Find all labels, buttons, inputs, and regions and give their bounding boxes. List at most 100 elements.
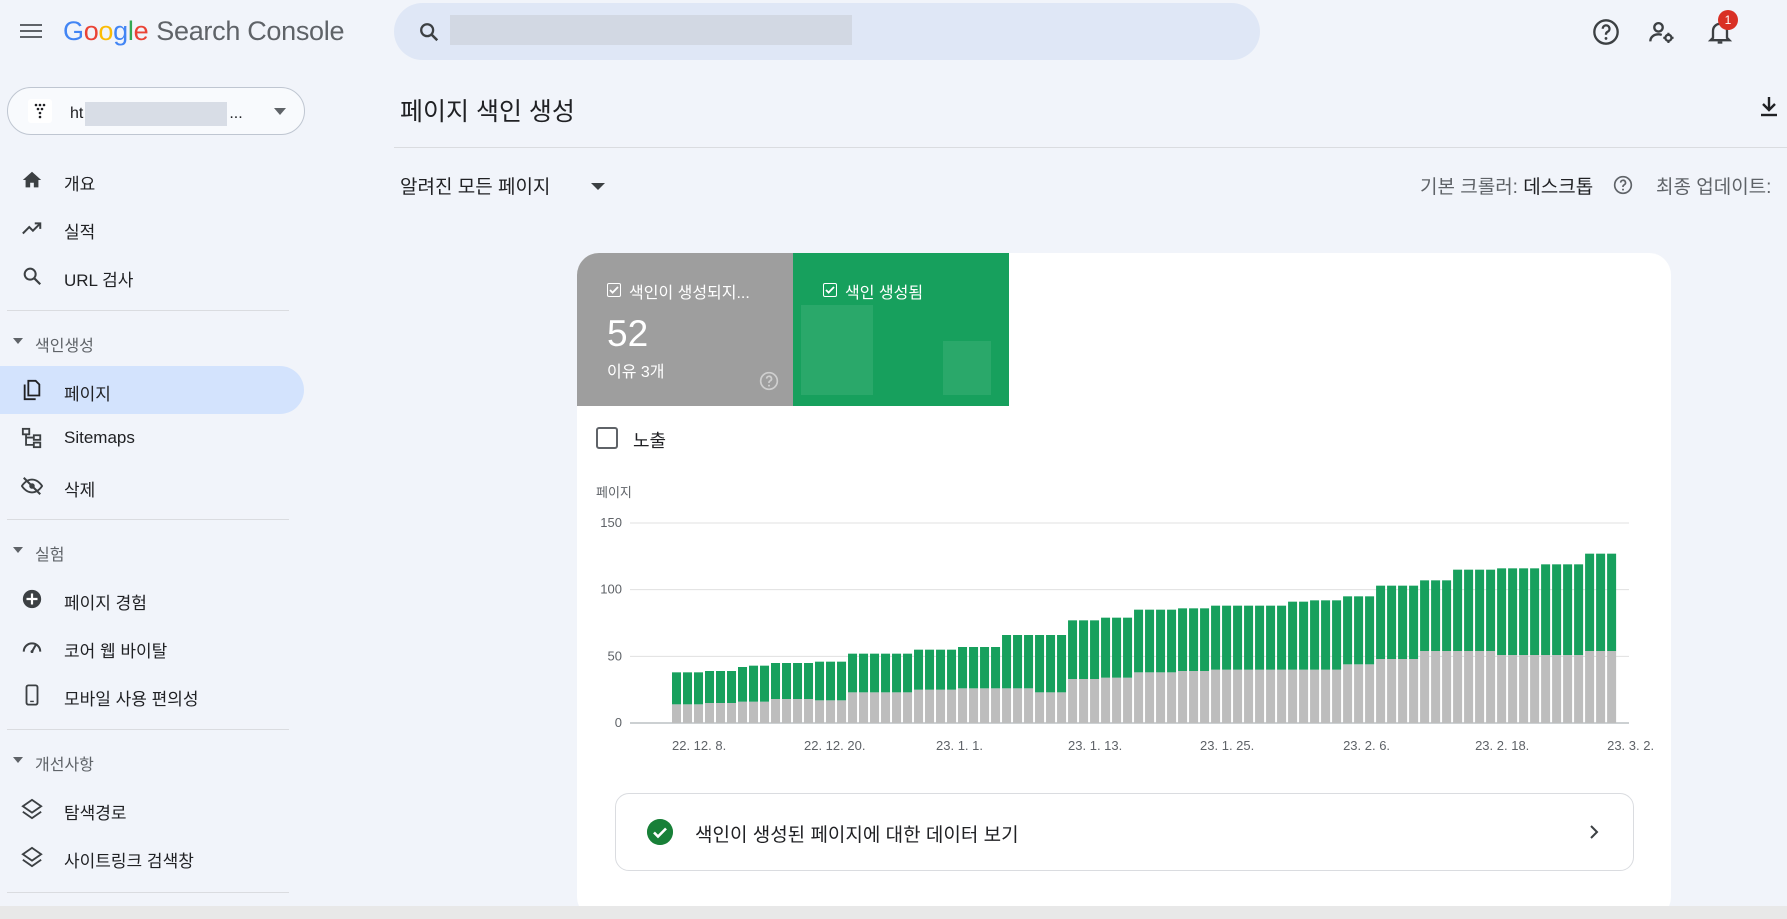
redacted-property (85, 102, 228, 126)
checkbox-checked-icon[interactable] (823, 283, 837, 297)
bar-indexed (1486, 569, 1496, 651)
menu-icon[interactable] (18, 20, 44, 46)
sidebar-item-url-inspection[interactable]: URL 검사 (0, 252, 304, 300)
bar-indexed (1596, 553, 1606, 651)
bar-indexed (1431, 580, 1441, 651)
property-selector[interactable]: ht... (7, 87, 305, 135)
sidebar-item-core-web-vitals[interactable]: 코어 웹 바이탈 (0, 623, 304, 671)
bar-indexed (1420, 580, 1430, 651)
bar-not-indexed (1079, 679, 1089, 723)
chevron-right-icon (1590, 825, 1599, 839)
view-indexed-pages-link[interactable]: 색인이 생성된 페이지에 대한 데이터 보기 (615, 793, 1634, 871)
bar-not-indexed (1046, 692, 1056, 723)
bar-indexed (936, 649, 946, 690)
bar-not-indexed (1200, 671, 1210, 723)
chart-y-label: 페이지 (596, 485, 632, 500)
caret-down-icon[interactable] (591, 183, 605, 190)
bar-not-indexed (991, 688, 1001, 723)
bar-indexed (1002, 635, 1012, 689)
sidebar-item-mobile-usability[interactable]: 모바일 사용 편의성 (0, 671, 304, 719)
help-icon[interactable] (759, 371, 779, 391)
bar-not-indexed (782, 699, 792, 723)
bar-indexed (826, 661, 836, 701)
sidebar-item-removals[interactable]: 삭제 (0, 462, 304, 510)
bar-indexed (1134, 609, 1144, 673)
eye-off-icon (21, 477, 43, 495)
home-icon (22, 171, 42, 188)
bar-not-indexed (1189, 671, 1199, 723)
last-updated-label: 최종 업데이트: (1656, 177, 1772, 198)
bar-indexed (1189, 608, 1199, 671)
bar-indexed (1178, 608, 1188, 671)
tile-not-indexed[interactable]: 색인이 생성되지... 52 이유 3개 (577, 253, 793, 406)
bar-indexed (1409, 585, 1419, 659)
bar-not-indexed (1134, 672, 1144, 723)
help-icon[interactable] (1592, 18, 1620, 46)
sidebar-item-pages[interactable]: 페이지 (0, 366, 304, 414)
bar-not-indexed (1002, 688, 1012, 723)
bar-not-indexed (1365, 664, 1375, 723)
bar-indexed (1607, 553, 1617, 651)
bar-not-indexed (1222, 669, 1232, 723)
bar-not-indexed (1354, 664, 1364, 723)
bar-indexed (859, 653, 869, 693)
sidebar-item-page-experience[interactable]: 페이지 경험 (0, 575, 304, 623)
sidebar-item-breadcrumbs[interactable]: 탐색경로 (0, 785, 304, 833)
bar-not-indexed (848, 692, 858, 723)
bar-indexed (1200, 608, 1210, 671)
bar-not-indexed (1420, 651, 1430, 723)
bar-indexed (881, 653, 891, 693)
sidebar-item-sitemaps[interactable]: Sitemaps (0, 414, 304, 462)
sidebar-item-performance[interactable]: 실적 (0, 204, 304, 252)
bar-indexed (1024, 635, 1034, 689)
caret-down-icon (13, 338, 23, 344)
search-bar[interactable] (394, 3, 1260, 60)
bar-not-indexed (1024, 688, 1034, 723)
bar-not-indexed (1288, 669, 1298, 723)
bar-indexed (925, 649, 935, 690)
bar-not-indexed (1156, 672, 1166, 723)
bar-not-indexed (672, 704, 682, 723)
app-logo[interactable]: Google Search Console (63, 16, 345, 47)
speedometer-icon (22, 642, 42, 654)
bar-indexed (1585, 553, 1595, 651)
bar-indexed (804, 663, 814, 699)
bar-not-indexed (1145, 672, 1155, 723)
bar-indexed (705, 671, 715, 703)
bar-indexed (749, 665, 759, 702)
impressions-checkbox[interactable] (596, 427, 618, 449)
bar-indexed (980, 647, 990, 689)
help-icon[interactable] (1613, 175, 1633, 195)
download-icon[interactable] (1757, 94, 1781, 118)
search-icon (23, 267, 42, 286)
bar-indexed (1464, 569, 1474, 651)
sidebar-item-overview[interactable]: 개요 (0, 156, 304, 204)
bar-indexed (1332, 600, 1342, 670)
bar-not-indexed (1255, 669, 1265, 723)
sidebar-divider (7, 519, 289, 520)
crawler-value: 데스크톱 (1523, 177, 1594, 198)
bar-indexed (793, 663, 803, 699)
bar-not-indexed (1057, 692, 1067, 723)
bar-indexed (1123, 617, 1133, 678)
bar-not-indexed (1387, 659, 1397, 723)
bar-indexed (1508, 568, 1518, 655)
bar-not-indexed (793, 699, 803, 723)
bar-not-indexed (1343, 664, 1353, 723)
bar-not-indexed (760, 701, 770, 723)
y-tick-label: 100 (600, 582, 622, 597)
bar-not-indexed (1552, 655, 1562, 723)
bar-not-indexed (837, 700, 847, 723)
tile-indexed[interactable]: 색인 생성됨 (793, 253, 1009, 406)
checkbox-checked-icon[interactable] (607, 283, 621, 297)
y-tick-label: 50 (608, 648, 622, 663)
page-filter-dropdown[interactable]: 알려진 모든 페이지 (400, 172, 550, 199)
bar-indexed (1255, 605, 1265, 670)
property-favicon-icon (28, 99, 52, 123)
user-settings-icon[interactable] (1648, 18, 1676, 46)
x-tick-label: 23. 3. 2. (1607, 738, 1654, 753)
sidebar-item-sitelinks-searchbox[interactable]: 사이트링크 검색창 (0, 833, 304, 881)
x-tick-label: 22. 12. 8. (672, 738, 726, 753)
bar-not-indexed (1233, 669, 1243, 723)
bar-indexed (782, 663, 792, 699)
